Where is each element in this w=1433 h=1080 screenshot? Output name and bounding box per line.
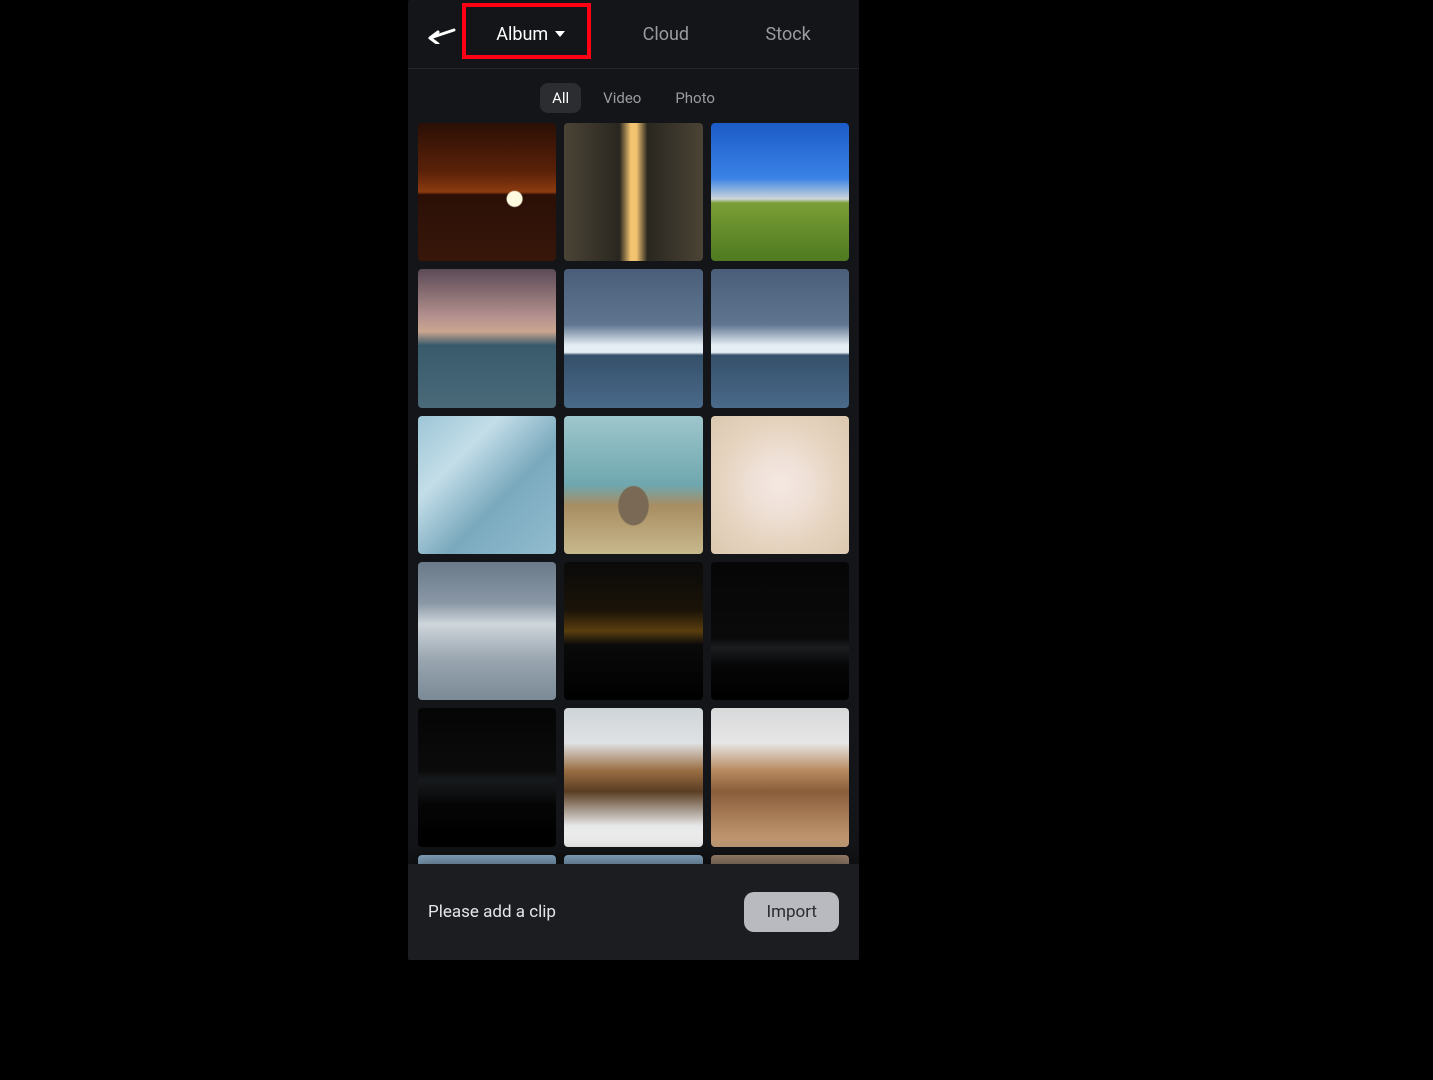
thumb-iceberg-sea-1[interactable] <box>564 269 702 407</box>
thumb-image <box>418 269 556 407</box>
album-tab[interactable]: Album <box>486 18 576 51</box>
thumb-image <box>564 708 702 846</box>
thumb-lightning-storm[interactable] <box>564 562 702 700</box>
filter-photo[interactable]: Photo <box>663 83 727 113</box>
thumb-image <box>564 269 702 407</box>
media-grid-wrap[interactable] <box>408 123 859 960</box>
thumb-image <box>418 708 556 846</box>
thumb-seal-in-surf[interactable] <box>564 416 702 554</box>
thumb-dandelion-macro[interactable] <box>711 416 849 554</box>
filter-video[interactable]: Video <box>591 83 653 113</box>
stock-tab-label: Stock <box>766 24 811 45</box>
import-button[interactable]: Import <box>744 892 839 932</box>
thumb-image <box>711 123 849 261</box>
thumb-dark-mountain-2[interactable] <box>418 708 556 846</box>
thumb-image <box>711 708 849 846</box>
thumb-image <box>418 416 556 554</box>
thumb-image <box>564 562 702 700</box>
cloud-tab-label: Cloud <box>643 24 689 45</box>
thumb-image <box>564 123 702 261</box>
caret-down-icon <box>554 29 566 39</box>
topnav: Album Cloud Stock <box>458 18 849 51</box>
filter-all-label: All <box>552 89 569 107</box>
album-tab-label: Album <box>496 24 548 45</box>
back-arrow-icon <box>426 24 456 44</box>
thumb-iceberg-sea-2[interactable] <box>711 269 849 407</box>
thumb-image <box>711 416 849 554</box>
filter-all[interactable]: All <box>540 83 581 113</box>
media-picker-screen: Album Cloud Stock All <box>408 0 859 960</box>
thumb-image <box>418 123 556 261</box>
thumb-mountain-meadow[interactable] <box>711 123 849 261</box>
stage: Album Cloud Stock All <box>0 0 1433 1080</box>
thumb-image <box>418 562 556 700</box>
topbar: Album Cloud Stock <box>408 0 859 69</box>
cloud-tab[interactable]: Cloud <box>633 18 699 51</box>
thumb-image <box>711 269 849 407</box>
filter-photo-label: Photo <box>675 89 715 107</box>
thumb-blue-glacier[interactable] <box>418 416 556 554</box>
bottom-bar: Please add a clip Import <box>408 864 859 960</box>
back-button[interactable] <box>426 0 456 68</box>
thumb-dark-mountain-1[interactable] <box>711 562 849 700</box>
filter-video-label: Video <box>603 89 641 107</box>
thumb-ice-field[interactable] <box>418 562 556 700</box>
stock-tab[interactable]: Stock <box>756 18 821 51</box>
thumb-walrus-beach[interactable] <box>711 708 849 846</box>
media-grid <box>418 123 849 875</box>
import-button-label: Import <box>766 902 817 922</box>
thumb-rock-spires[interactable] <box>564 708 702 846</box>
add-clip-prompt: Please add a clip <box>428 902 556 922</box>
thumb-image <box>711 562 849 700</box>
media-filter-row: All Video Photo <box>408 69 859 123</box>
thumb-image <box>564 416 702 554</box>
thumb-sunset-over-water[interactable] <box>418 123 556 261</box>
thumb-coastal-cliffs[interactable] <box>418 269 556 407</box>
thumb-slot-canyon[interactable] <box>564 123 702 261</box>
